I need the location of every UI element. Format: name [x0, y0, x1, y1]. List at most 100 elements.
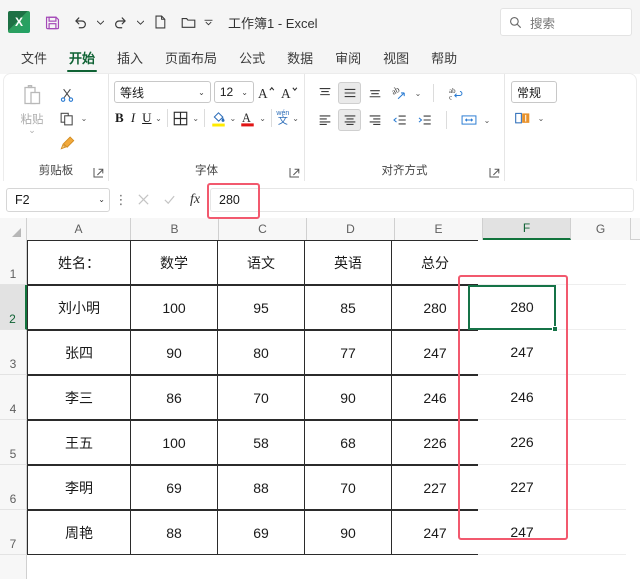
cell-d8[interactable] [307, 555, 395, 579]
row-header-4[interactable]: 4 [0, 375, 27, 420]
cell-d6[interactable]: 70 [304, 465, 392, 510]
row-header-2[interactable]: 2 [0, 285, 27, 330]
column-header-g[interactable]: G [571, 218, 631, 240]
cell-c1[interactable]: 语文 [217, 240, 305, 285]
redo-dropdown-icon[interactable] [134, 8, 146, 36]
fill-color-dropdown-icon[interactable]: ⌄ [230, 114, 237, 123]
cell-e4[interactable]: 246 [391, 375, 479, 420]
font-size-combo[interactable]: 12 ⌄ [213, 81, 254, 103]
redo-icon[interactable] [106, 8, 134, 36]
cell-f3[interactable]: 247 [478, 330, 566, 375]
font-size-dropdown-icon[interactable]: ⌄ [238, 88, 251, 97]
cell-c6[interactable]: 88 [217, 465, 305, 510]
tab-insert[interactable]: 插入 [106, 47, 154, 74]
row-header-1[interactable]: 1 [0, 240, 27, 285]
wrap-text-icon[interactable]: ab c [444, 82, 467, 104]
font-color-dropdown-icon[interactable]: ⌄ [259, 114, 266, 123]
accounting-format-icon[interactable] [511, 107, 533, 129]
alignment-dialog-launcher-icon[interactable] [489, 167, 500, 178]
save-icon[interactable] [38, 8, 66, 36]
tab-review[interactable]: 审阅 [324, 47, 372, 74]
cell-f5[interactable]: 226 [478, 420, 566, 465]
cell-a4[interactable]: 李三 [27, 375, 131, 420]
orientation-dropdown-icon[interactable]: ⌄ [413, 89, 423, 98]
formula-bar-options-icon[interactable]: ⋮ [114, 193, 128, 206]
font-color-icon[interactable]: A [239, 107, 256, 129]
underline-button[interactable]: U [141, 107, 152, 129]
cell-a3[interactable]: 张四 [27, 330, 131, 375]
name-box[interactable]: F2 ⌄ [6, 187, 110, 212]
cell-f4[interactable]: 246 [478, 375, 566, 420]
merge-and-center-icon[interactable] [457, 109, 480, 131]
cell-c3[interactable]: 80 [217, 330, 305, 375]
bold-button[interactable]: B [114, 107, 125, 129]
align-center-icon[interactable] [338, 109, 361, 131]
cell-e7[interactable]: 247 [391, 510, 479, 555]
align-bottom-icon[interactable] [363, 82, 386, 104]
phonetic-dropdown-icon[interactable]: ⌄ [292, 114, 299, 123]
tab-home[interactable]: 开始 [58, 47, 106, 74]
cell-a6[interactable]: 李明 [27, 465, 131, 510]
cell-b3[interactable]: 90 [130, 330, 218, 375]
increase-font-size-icon[interactable]: A [257, 81, 277, 103]
format-painter-icon[interactable] [56, 132, 78, 154]
open-folder-icon[interactable] [174, 8, 202, 36]
customize-qat-icon[interactable] [202, 8, 214, 36]
font-name-combo[interactable]: 等线 ⌄ [114, 81, 211, 103]
select-all-corner[interactable] [0, 218, 27, 240]
cell-c8[interactable] [219, 555, 307, 579]
cell-a8[interactable] [27, 555, 131, 579]
formula-input[interactable]: 280 [210, 187, 634, 212]
cell-g1[interactable] [566, 240, 626, 285]
cell-c2[interactable]: 95 [217, 285, 305, 330]
cell-a5[interactable]: 王五 [27, 420, 131, 465]
column-header-b[interactable]: B [131, 218, 219, 240]
column-header-d[interactable]: D [307, 218, 395, 240]
cell-d5[interactable]: 68 [304, 420, 392, 465]
copy-icon[interactable] [56, 108, 78, 130]
align-top-icon[interactable] [313, 82, 336, 104]
clipboard-dialog-launcher-icon[interactable] [93, 167, 104, 178]
cut-icon[interactable] [56, 84, 78, 106]
tab-formulas[interactable]: 公式 [228, 47, 276, 74]
font-name-dropdown-icon[interactable]: ⌄ [195, 88, 208, 97]
copy-dropdown-icon[interactable]: ⌄ [79, 114, 89, 123]
align-middle-icon[interactable] [338, 82, 361, 104]
cell-f1[interactable] [478, 240, 566, 285]
cell-d3[interactable]: 77 [304, 330, 392, 375]
align-left-icon[interactable] [313, 109, 336, 131]
tab-view[interactable]: 视图 [372, 47, 420, 74]
undo-dropdown-icon[interactable] [94, 8, 106, 36]
cell-c4[interactable]: 70 [217, 375, 305, 420]
fill-handle[interactable] [552, 326, 558, 332]
number-format-combo[interactable]: 常规 [511, 81, 557, 103]
tab-data[interactable]: 数据 [276, 47, 324, 74]
italic-button[interactable]: I [128, 107, 139, 129]
cell-b5[interactable]: 100 [130, 420, 218, 465]
cell-a7[interactable]: 周艳 [27, 510, 131, 555]
cancel-entry-icon[interactable] [132, 189, 154, 211]
cell-b8[interactable] [131, 555, 219, 579]
cell-d4[interactable]: 90 [304, 375, 392, 420]
undo-icon[interactable] [66, 8, 94, 36]
decrease-indent-icon[interactable] [388, 109, 411, 131]
column-header-c[interactable]: C [219, 218, 307, 240]
insert-function-icon[interactable]: fx [184, 189, 206, 211]
cell-e5[interactable]: 226 [391, 420, 479, 465]
search-input[interactable]: 搜索 [500, 8, 632, 36]
cell-b2[interactable]: 100 [130, 285, 218, 330]
paste-dropdown-icon[interactable]: ⌄ [28, 126, 36, 135]
text-orientation-icon[interactable]: ab [388, 82, 411, 104]
column-header-f[interactable]: F [483, 218, 571, 240]
row-header-5[interactable]: 5 [0, 420, 27, 465]
cell-e6[interactable]: 227 [391, 465, 479, 510]
increase-indent-icon[interactable] [413, 109, 436, 131]
cell-a1[interactable]: 姓名： [27, 240, 131, 285]
align-right-icon[interactable] [363, 109, 386, 131]
cell-e2[interactable]: 280 [391, 285, 479, 330]
confirm-entry-icon[interactable] [158, 189, 180, 211]
cell-g3[interactable] [566, 330, 626, 375]
cell-f8[interactable] [483, 555, 571, 579]
cell-e3[interactable]: 247 [391, 330, 479, 375]
column-header-e[interactable]: E [395, 218, 483, 240]
